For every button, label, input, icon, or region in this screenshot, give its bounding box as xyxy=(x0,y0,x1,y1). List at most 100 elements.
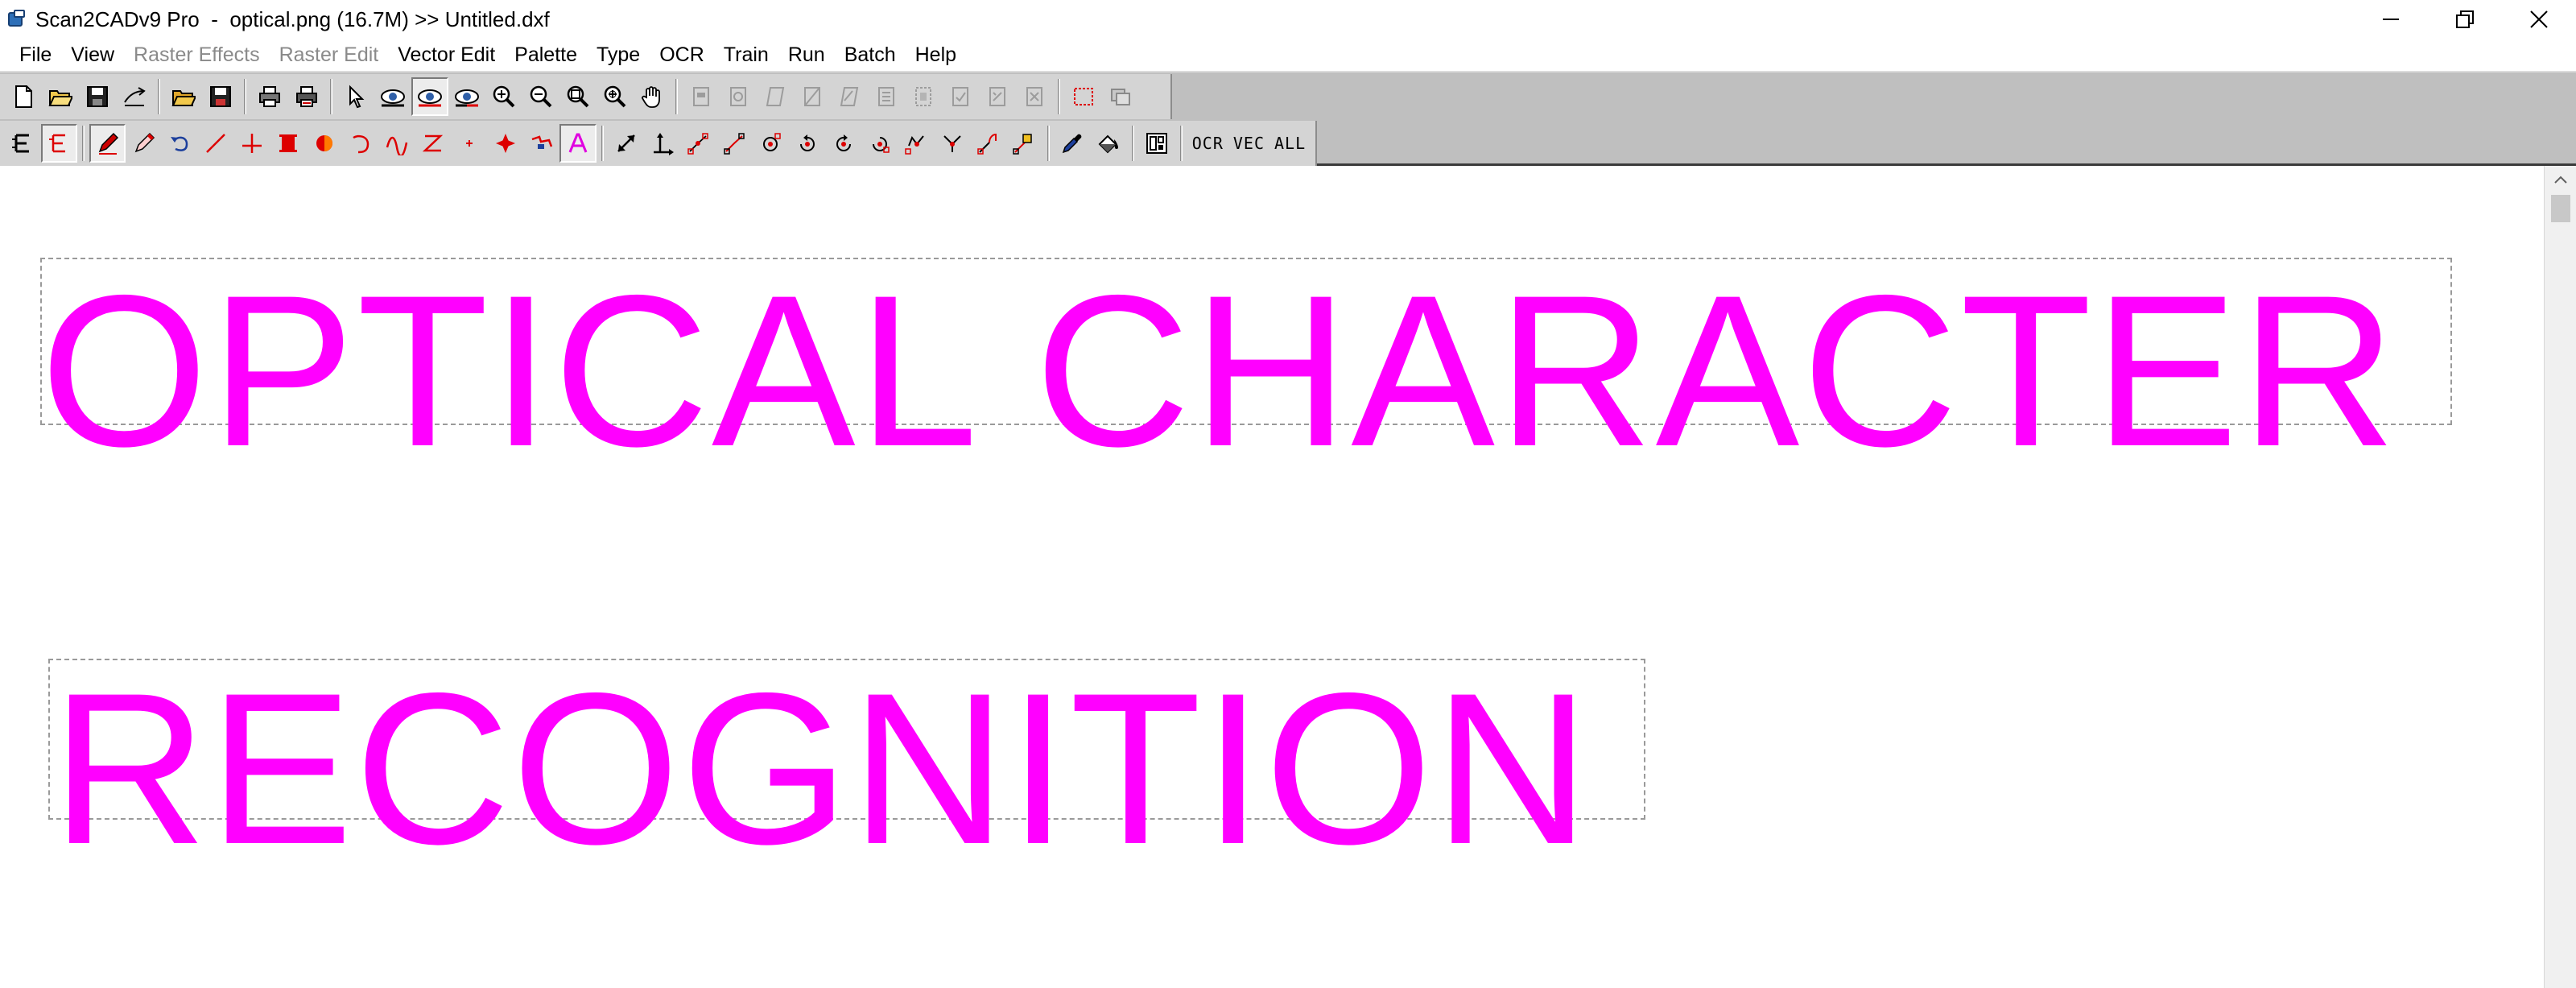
menu-raster-effects[interactable]: Raster Effects xyxy=(124,39,270,71)
raster-tool-9-button[interactable] xyxy=(979,77,1016,116)
raster-tool-icon xyxy=(1026,87,1042,106)
hand-icon xyxy=(642,86,660,108)
toolbar-area: OCR VEC ALL xyxy=(0,71,2576,166)
node-tool-10-button[interactable] xyxy=(1006,124,1042,163)
raster-tool-6-button[interactable] xyxy=(868,77,905,116)
point-tool-button[interactable] xyxy=(452,124,488,163)
drawing-canvas[interactable]: OPTICAL CHARACTER RECOGNITION xyxy=(0,166,2544,988)
rectangle-tool-button[interactable] xyxy=(270,124,307,163)
select-region-button[interactable] xyxy=(1065,77,1102,116)
polyline-icon xyxy=(422,134,444,152)
circle-tool-button[interactable] xyxy=(307,124,343,163)
arc-tool-button[interactable] xyxy=(343,124,379,163)
node-rotate-icon xyxy=(836,134,851,151)
save-disk-icon xyxy=(87,86,108,107)
text-tool-button[interactable] xyxy=(559,124,597,163)
ocr-text-line-2[interactable]: RECOGNITION xyxy=(52,660,1591,876)
close-button[interactable] xyxy=(2502,0,2576,39)
node-add-icon xyxy=(724,133,745,155)
raster-tool-icon xyxy=(766,87,785,106)
menu-help[interactable]: Help xyxy=(906,39,966,71)
print-vector-button[interactable] xyxy=(288,77,325,116)
node-tool-7-button[interactable] xyxy=(898,124,934,163)
layers-icon xyxy=(1111,89,1130,105)
edit-mode-red-button[interactable] xyxy=(40,124,77,163)
menu-palette[interactable]: Palette xyxy=(505,39,587,71)
vec-button[interactable]: VEC xyxy=(1228,134,1269,153)
ocr-text-line-1[interactable]: OPTICAL CHARACTER xyxy=(40,263,2399,478)
minimize-button[interactable] xyxy=(2354,0,2428,39)
ortho-line-button[interactable] xyxy=(234,124,270,163)
zoom-extents-button[interactable] xyxy=(559,77,597,116)
node-tool-2-button[interactable] xyxy=(716,124,753,163)
open-vector-button[interactable] xyxy=(165,77,202,116)
menu-file[interactable]: File xyxy=(10,39,61,71)
convert-settings-icon xyxy=(1146,133,1168,154)
raster-tool-2-button[interactable] xyxy=(720,77,757,116)
zoom-out-button[interactable] xyxy=(522,77,559,116)
vertical-scrollbar[interactable] xyxy=(2544,166,2576,988)
raster-tool-8-button[interactable] xyxy=(942,77,979,116)
color-picker-button[interactable] xyxy=(1055,124,1091,163)
raster-tool-10-button[interactable] xyxy=(1016,77,1053,116)
open-file-button[interactable] xyxy=(42,77,79,116)
move-tool-button[interactable] xyxy=(609,124,645,163)
print-button[interactable] xyxy=(251,77,288,116)
save-vector-button[interactable] xyxy=(202,77,239,116)
convert-settings-button[interactable] xyxy=(1139,124,1175,163)
scrollbar-thumb[interactable] xyxy=(2551,195,2570,222)
menu-view[interactable]: View xyxy=(61,39,124,71)
raster-tool-4-button[interactable] xyxy=(794,77,831,116)
edit-mode-button[interactable] xyxy=(5,124,41,163)
menu-train[interactable]: Train xyxy=(714,39,778,71)
toolbar-separator xyxy=(1179,126,1183,161)
view-vector-button[interactable] xyxy=(411,77,448,116)
menu-run[interactable]: Run xyxy=(778,39,835,71)
scroll-up-button[interactable] xyxy=(2545,166,2576,193)
ocr-button[interactable]: OCR xyxy=(1187,134,1228,153)
polyline-tool-button[interactable] xyxy=(415,124,452,163)
node-tool-1-button[interactable] xyxy=(680,124,716,163)
menu-type[interactable]: Type xyxy=(587,39,650,71)
raster-tool-7-button[interactable] xyxy=(905,77,942,116)
node-tool-8-button[interactable] xyxy=(934,124,970,163)
toolbar-separator xyxy=(158,79,160,114)
save-button[interactable] xyxy=(79,77,116,116)
pan-button[interactable] xyxy=(634,77,671,116)
node-tool-9-button[interactable] xyxy=(970,124,1006,163)
node-tool-3-button[interactable] xyxy=(753,124,789,163)
menu-batch[interactable]: Batch xyxy=(835,39,906,71)
dimension-tool-button[interactable] xyxy=(644,124,680,163)
raster-tool-5-button[interactable] xyxy=(831,77,868,116)
raster-tool-3-button[interactable] xyxy=(757,77,794,116)
all-button[interactable]: ALL xyxy=(1269,134,1311,153)
zoom-in-button[interactable] xyxy=(485,77,522,116)
node-tool-5-button[interactable] xyxy=(825,124,861,163)
color-fill-button[interactable] xyxy=(1091,124,1127,163)
spline-tool-button[interactable] xyxy=(379,124,415,163)
node-tool-4-button[interactable] xyxy=(789,124,825,163)
node-tool-6-button[interactable] xyxy=(861,124,898,163)
join-tool-button[interactable] xyxy=(524,124,560,163)
select-tool-button[interactable] xyxy=(337,77,374,116)
line-tool-button[interactable] xyxy=(198,124,234,163)
eraser-tool-button[interactable] xyxy=(126,124,162,163)
pencil-tool-button[interactable] xyxy=(89,124,126,163)
view-both-button[interactable] xyxy=(448,77,485,116)
edit-mode-icon xyxy=(12,134,30,153)
layer-button[interactable] xyxy=(1102,77,1139,116)
toolbar-separator xyxy=(675,79,678,114)
menu-ocr[interactable]: OCR xyxy=(650,39,714,71)
undo-button[interactable] xyxy=(162,124,198,163)
new-file-button[interactable] xyxy=(5,77,42,116)
save-as-button[interactable] xyxy=(116,77,153,116)
raster-tool-icon xyxy=(804,87,820,106)
menu-vector-edit[interactable]: Vector Edit xyxy=(388,39,505,71)
zoom-window-icon xyxy=(604,85,626,108)
view-raster-button[interactable] xyxy=(374,77,411,116)
zoom-window-button[interactable] xyxy=(597,77,634,116)
snap-tool-button[interactable] xyxy=(488,124,524,163)
raster-tool-1-button[interactable] xyxy=(683,77,720,116)
menu-raster-edit[interactable]: Raster Edit xyxy=(270,39,389,71)
restore-button[interactable] xyxy=(2428,0,2502,39)
